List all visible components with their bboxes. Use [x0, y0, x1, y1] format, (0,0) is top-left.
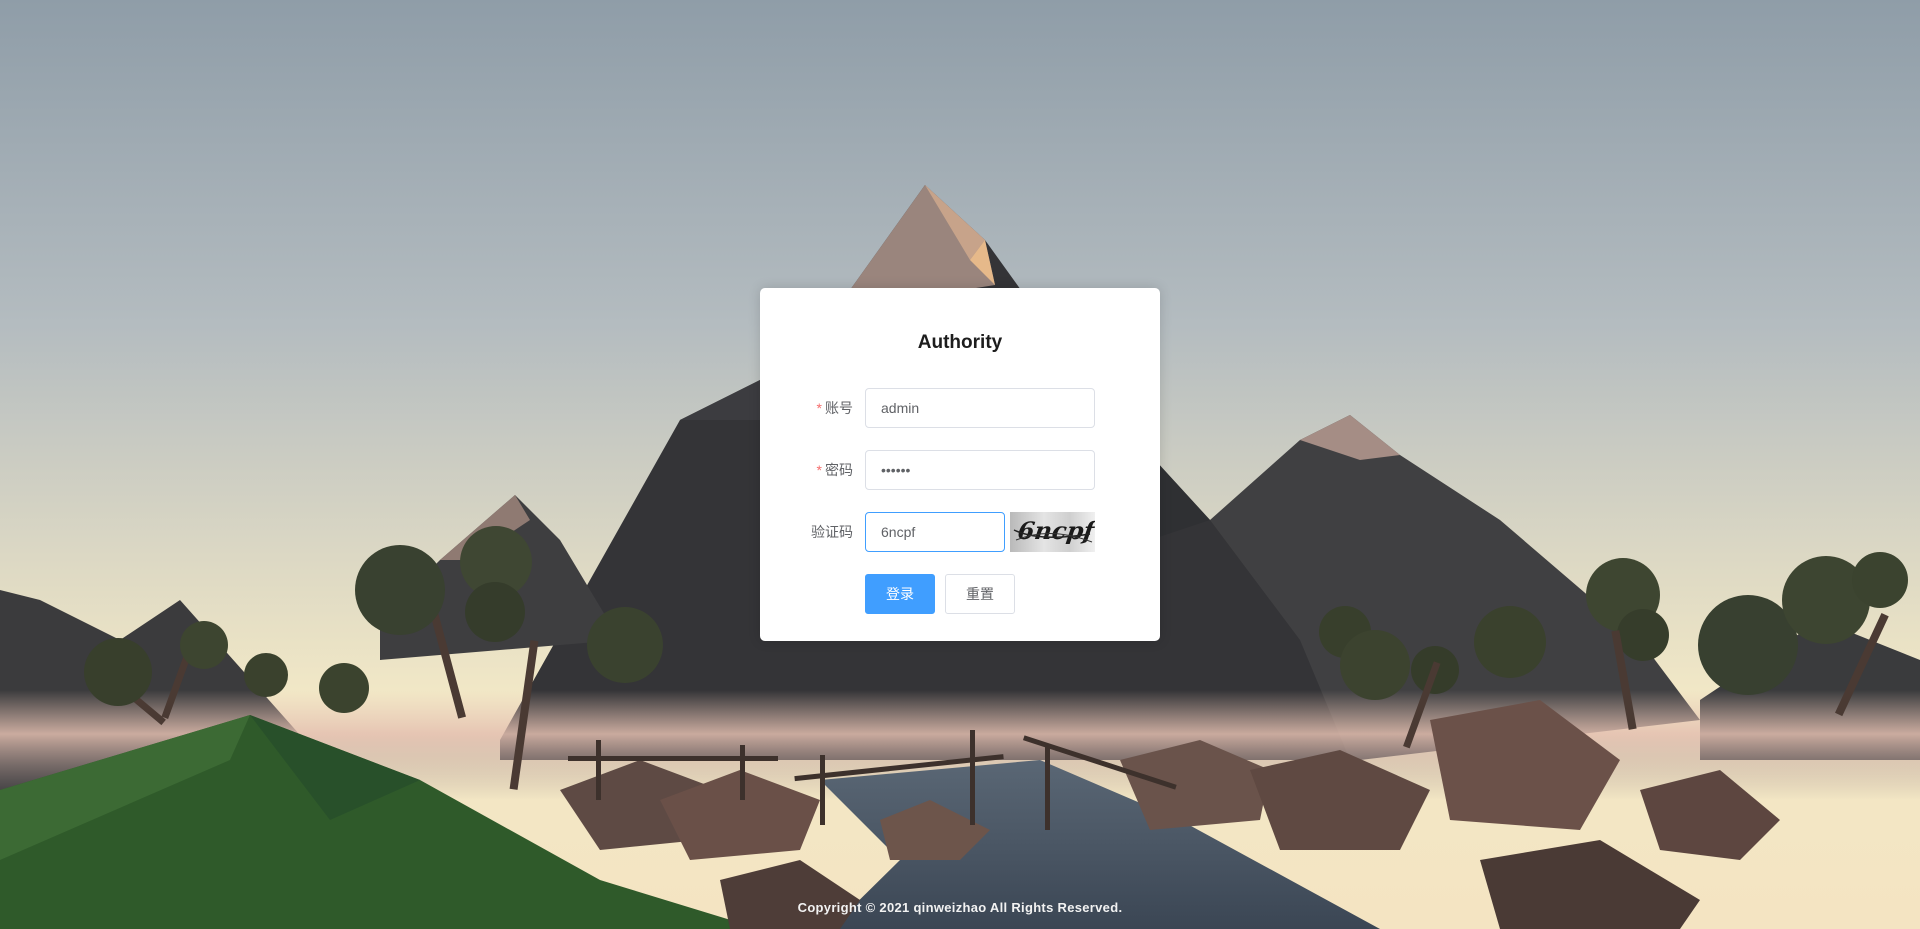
- password-label-text: 密码: [825, 462, 853, 478]
- captcha-label: 验证码: [811, 524, 853, 540]
- account-label: * 账号: [817, 388, 853, 428]
- password-input[interactable]: [865, 450, 1095, 490]
- account-input[interactable]: [865, 388, 1095, 428]
- reset-button[interactable]: 重置: [945, 574, 1015, 614]
- copyright-footer: Copyright © 2021 qinweizhao All Rights R…: [797, 900, 1123, 915]
- account-row: * 账号: [760, 388, 1160, 428]
- password-required-mark: *: [816, 462, 822, 478]
- account-required-mark: *: [816, 400, 822, 416]
- captcha-row: 验证码 6ncpf: [760, 512, 1160, 552]
- password-label: * 密码: [817, 450, 853, 490]
- account-label-text: 账号: [825, 400, 853, 416]
- login-button[interactable]: 登录: [865, 574, 935, 614]
- password-row: * 密码: [760, 450, 1160, 490]
- captcha-image[interactable]: 6ncpf: [1010, 512, 1095, 552]
- captcha-noise-lines: [1013, 529, 1093, 543]
- actions-row: 登录 重置: [760, 574, 1160, 614]
- login-card: Authority *账号 *密码 验证码 6ncpf 登录 重置: [760, 288, 1160, 641]
- login-title: Authority: [917, 332, 1003, 353]
- captcha-input[interactable]: [865, 512, 1005, 552]
